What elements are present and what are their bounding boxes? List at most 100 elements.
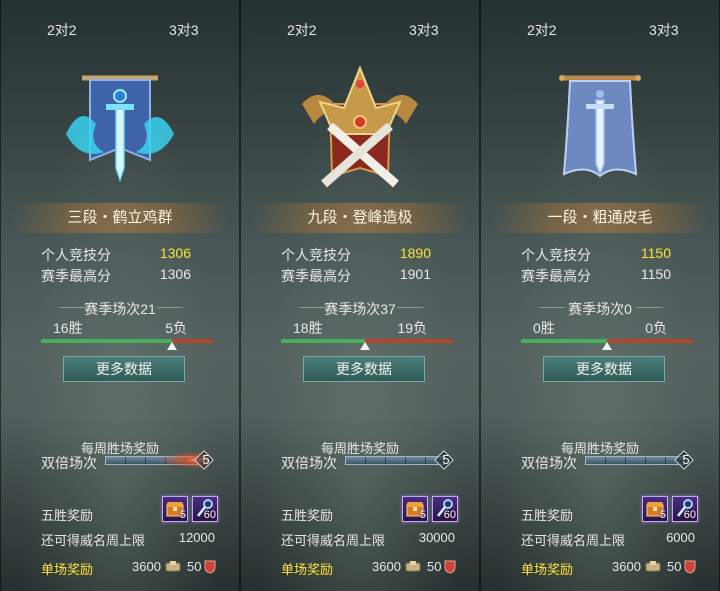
tab-3v3[interactable]: 3对3 <box>409 20 439 40</box>
score-value: 1890 <box>399 245 431 261</box>
key-icon[interactable]: 60 <box>192 496 218 522</box>
honor-shield-icon <box>204 560 216 574</box>
five-win-items: 5 60 <box>162 496 218 522</box>
honor-shield-icon <box>684 560 696 574</box>
double-matches-count: 5 <box>202 452 210 467</box>
best-score-label: 赛季最高分 <box>521 268 591 284</box>
coin-icon <box>405 561 421 572</box>
key-count: 60 <box>203 509 216 521</box>
key-icon[interactable]: 60 <box>432 496 458 522</box>
plain-banner-sword-emblem-icon <box>559 75 641 178</box>
win-ratio-marker <box>166 342 177 350</box>
win-ratio-marker <box>602 342 612 350</box>
rank-title: 三段・鹤立鸡群 <box>11 203 229 233</box>
tab-2v2[interactable]: 2对2 <box>47 20 77 40</box>
season-matches-label: 赛季场次37 <box>324 301 396 317</box>
win-ratio-marker <box>359 342 370 350</box>
fame-limit-label: 还可得威名周上限 <box>521 533 626 548</box>
best-score-value: 1901 <box>399 266 431 282</box>
coin-icon <box>165 561 181 572</box>
fame-limit-value: 6000 <box>666 530 695 545</box>
best-score-row: 赛季最高分 1150 <box>521 266 671 286</box>
rank-title: 一段・粗通皮毛 <box>491 203 709 233</box>
double-matches-label: 双倍场次 <box>41 455 97 471</box>
fame-limit-label: 还可得威名周上限 <box>41 533 146 548</box>
double-matches-track <box>345 456 445 465</box>
double-matches-label: 双倍场次 <box>281 455 337 471</box>
more-data-button[interactable]: 更多数据 <box>63 356 185 382</box>
rank-panel-3: 2对2 3对3 一段・粗通皮毛 个人竞技分 1150 赛季最高分 1150 赛季… <box>480 0 720 591</box>
chest-count: 5 <box>179 509 186 521</box>
single-match-honor: 50 <box>427 559 442 574</box>
rank-panel-2: 2对2 3对3 九段・登峰造极 个人竞技分 1890 赛季最高分 1901 赛季… <box>240 0 480 591</box>
single-match-coins: 3600 <box>132 559 161 574</box>
single-match-reward-label: 单场奖励 <box>521 562 574 577</box>
tab-3v3[interactable]: 3对3 <box>169 20 199 40</box>
double-matches-label: 双倍场次 <box>521 455 577 471</box>
treasure-chest-icon[interactable]: 5 <box>162 496 188 522</box>
mode-tabs: 2对2 3对3 <box>1 0 239 50</box>
treasure-chest-icon[interactable]: 5 <box>402 496 428 522</box>
losses-count: 5负 <box>165 320 187 336</box>
single-match-coins: 3600 <box>612 559 641 574</box>
score-value: 1150 <box>640 245 671 261</box>
key-count: 60 <box>683 509 696 521</box>
mode-tabs: 2对2 3对3 <box>241 0 479 50</box>
best-score-row: 赛季最高分 1306 <box>41 266 191 286</box>
double-matches-track <box>585 456 685 465</box>
fame-limit-label: 还可得威名周上限 <box>281 533 386 548</box>
best-score-value: 1150 <box>640 266 671 282</box>
more-data-button[interactable]: 更多数据 <box>303 356 425 382</box>
best-score-value: 1306 <box>159 266 191 282</box>
score-row: 个人竞技分 1306 <box>41 245 191 265</box>
score-label: 个人竞技分 <box>41 247 111 263</box>
more-data-button[interactable]: 更多数据 <box>543 356 665 382</box>
tab-2v2[interactable]: 2对2 <box>287 20 317 40</box>
tab-2v2[interactable]: 2对2 <box>527 20 557 40</box>
win-fill <box>521 339 607 343</box>
five-win-reward-label: 五胜奖励 <box>41 508 94 523</box>
score-label: 个人竞技分 <box>281 247 351 263</box>
single-match-reward-label: 单场奖励 <box>281 562 334 577</box>
single-match-honor: 50 <box>187 559 202 574</box>
fame-limit-value: 30000 <box>418 530 455 545</box>
single-match-honor: 50 <box>667 559 682 574</box>
crown-crossed-swords-emblem-icon <box>302 65 418 188</box>
win-fill <box>41 339 172 343</box>
five-win-items: 5 60 <box>402 496 458 522</box>
score-row: 个人竞技分 1150 <box>521 245 671 265</box>
single-match-reward-label: 单场奖励 <box>41 562 94 577</box>
double-matches-count: 5 <box>682 452 690 467</box>
five-win-reward-label: 五胜奖励 <box>281 508 334 523</box>
chest-count: 5 <box>419 509 426 521</box>
rank-panel-1: 2对2 3对3 三段・鹤立鸡群 个人竞技分 1306 赛季最高分 1306 赛季… <box>0 0 240 591</box>
score-label: 个人竞技分 <box>521 247 591 263</box>
mode-tabs: 2对2 3对3 <box>481 0 719 50</box>
dragon-banner-sword-emblem-icon <box>66 75 174 183</box>
coin-icon <box>645 561 661 572</box>
honor-shield-icon <box>444 560 456 574</box>
wins-count: 18胜 <box>293 320 323 336</box>
score-value: 1306 <box>159 245 191 261</box>
single-match-coins: 3600 <box>372 559 401 574</box>
key-icon[interactable]: 60 <box>672 496 698 522</box>
best-score-row: 赛季最高分 1901 <box>281 266 431 286</box>
double-matches-count: 5 <box>442 452 450 467</box>
season-matches-label: 赛季场次0 <box>568 301 632 317</box>
tab-3v3[interactable]: 3对3 <box>649 20 679 40</box>
best-score-label: 赛季最高分 <box>41 268 111 284</box>
five-win-items: 5 60 <box>642 496 698 522</box>
score-row: 个人竞技分 1890 <box>281 245 431 265</box>
rank-panels: 2对2 3对3 三段・鹤立鸡群 个人竞技分 1306 赛季最高分 1306 赛季… <box>0 0 720 591</box>
treasure-chest-icon[interactable]: 5 <box>642 496 668 522</box>
season-matches-label: 赛季场次21 <box>84 301 156 317</box>
wins-count: 16胜 <box>53 320 83 336</box>
losses-count: 19负 <box>397 320 427 336</box>
losses-count: 0负 <box>645 320 667 336</box>
rank-title: 九段・登峰造极 <box>251 203 469 233</box>
fame-limit-value: 12000 <box>178 530 215 545</box>
five-win-reward-label: 五胜奖励 <box>521 508 574 523</box>
win-fill <box>281 339 365 343</box>
win-loss-bar <box>41 339 213 343</box>
wins-count: 0胜 <box>533 320 555 336</box>
